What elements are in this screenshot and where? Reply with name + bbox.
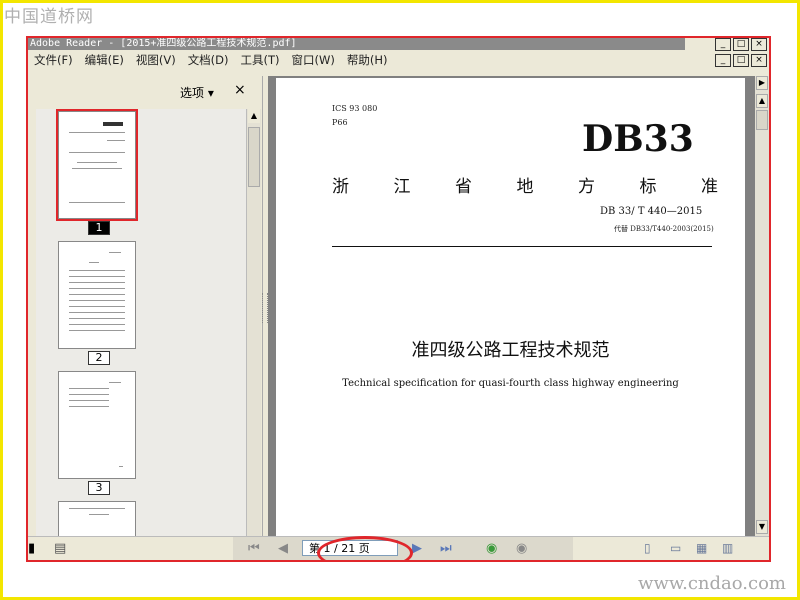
page-thumbnail-2[interactable] (58, 241, 136, 349)
go-forward-icon[interactable]: ◉ (516, 542, 527, 556)
menu-tools[interactable]: 工具(T) (235, 52, 286, 68)
page-thumbnail-label-2[interactable]: 2 (88, 351, 110, 365)
continuous-view-icon[interactable]: ▭ (670, 541, 682, 555)
doc-scroll-thumb[interactable] (756, 110, 768, 130)
scroll-up-arrow-icon[interactable]: ▲ (248, 109, 260, 123)
pdf-page: ICS 93 080 P66 DB33 浙 江 省 地 方 标 准 DB 33/… (276, 78, 745, 536)
first-page-icon[interactable]: ⏮ (248, 542, 260, 556)
last-page-icon[interactable]: ⏭ (440, 542, 452, 556)
close-button[interactable]: × (751, 38, 767, 51)
previous-page-icon[interactable]: ◀ (278, 542, 288, 556)
page-thumbnail-label-3[interactable]: 3 (88, 481, 110, 495)
menu-bar: 文件(F) 编辑(E) 视图(V) 文档(D) 工具(T) 窗口(W) 帮助(H… (28, 51, 748, 69)
scroll-thumb[interactable] (248, 127, 260, 187)
menu-view[interactable]: 视图(V) (130, 52, 182, 68)
watermark-bottom-right: www.cndao.com (638, 573, 786, 594)
doc-scroll-down-arrow-icon[interactable]: ▼ (756, 520, 768, 534)
page-thumbnail-label-1[interactable]: 1 (88, 221, 110, 235)
minimize-button[interactable]: _ (715, 38, 731, 51)
province-char: 方 (578, 177, 595, 197)
menu-window[interactable]: 窗口(W) (286, 52, 341, 68)
document-view[interactable]: ICS 93 080 P66 DB33 浙 江 省 地 方 标 准 DB 33/… (268, 76, 755, 536)
document-scrollbar[interactable]: ▶ ▲ ▼ (755, 76, 769, 536)
replaces-note: 代替 DB33/T440-2003(2015) (614, 225, 714, 233)
reader-window: Adobe Reader - [2015+准四级公路工程技术规范.pdf] _ … (26, 36, 771, 562)
thumbnail-list[interactable]: 1 2 3 (36, 109, 246, 556)
window-controls: _ □ × (715, 38, 767, 51)
classification-code: P66 (332, 118, 348, 127)
page-thumbnail-1[interactable] (56, 109, 138, 221)
province-standard-heading: 浙 江 省 地 方 标 准 (332, 172, 718, 197)
province-char: 标 (639, 177, 657, 197)
db-code: DB33 (582, 118, 694, 160)
view-mode-group: ▯ ▭ ▦ ▥ (644, 541, 734, 555)
watermark-top-left: 中国道桥网 (4, 7, 94, 27)
continuous-facing-view-icon[interactable]: ▥ (722, 541, 734, 555)
thumbnail-scrollbar[interactable]: ▲ ▼ (246, 109, 261, 556)
window-title: Adobe Reader - [2015+准四级公路工程技术规范.pdf] (28, 38, 685, 50)
document-title-en: Technical specification for quasi-fourth… (342, 378, 679, 389)
single-page-view-icon[interactable]: ▯ (644, 541, 656, 555)
province-char: 江 (393, 177, 411, 197)
maximize-button[interactable]: □ (733, 38, 749, 51)
doc-close-button[interactable]: × (751, 54, 767, 67)
province-char: 准 (701, 177, 718, 197)
pages-panel: 选项 ▾ × 1 2 3 ▲ (30, 76, 263, 556)
province-char: 地 (516, 177, 534, 197)
document-title-cn: 准四级公路工程技术规范 (411, 340, 610, 361)
options-menu-button[interactable]: 选项 ▾ (180, 84, 214, 101)
panel-toggle-arrow-icon[interactable]: ▶ (756, 76, 768, 90)
divider (332, 246, 712, 247)
go-back-icon[interactable]: ◉ (486, 542, 497, 556)
close-panel-icon[interactable]: × (234, 82, 246, 98)
province-char: 浙 (332, 177, 349, 197)
menu-help[interactable]: 帮助(H) (341, 52, 394, 68)
menu-edit[interactable]: 编辑(E) (79, 52, 130, 68)
province-char: 省 (455, 177, 472, 197)
next-page-icon[interactable]: ▶ (412, 542, 422, 556)
standard-number: DB 33/ T 440—2015 (600, 206, 703, 217)
facing-view-icon[interactable]: ▦ (696, 541, 708, 555)
menu-file[interactable]: 文件(F) (28, 52, 79, 68)
pages-panel-header: 选项 ▾ × (30, 76, 262, 106)
menu-document[interactable]: 文档(D) (182, 52, 235, 68)
page-icon[interactable]: ▮ (28, 542, 35, 556)
doc-scroll-up-arrow-icon[interactable]: ▲ (756, 94, 768, 108)
ics-code: ICS 93 080 (332, 104, 378, 113)
page-thumbnail-3[interactable] (58, 371, 136, 479)
page-layout-icon[interactable]: ▤ (54, 542, 66, 556)
